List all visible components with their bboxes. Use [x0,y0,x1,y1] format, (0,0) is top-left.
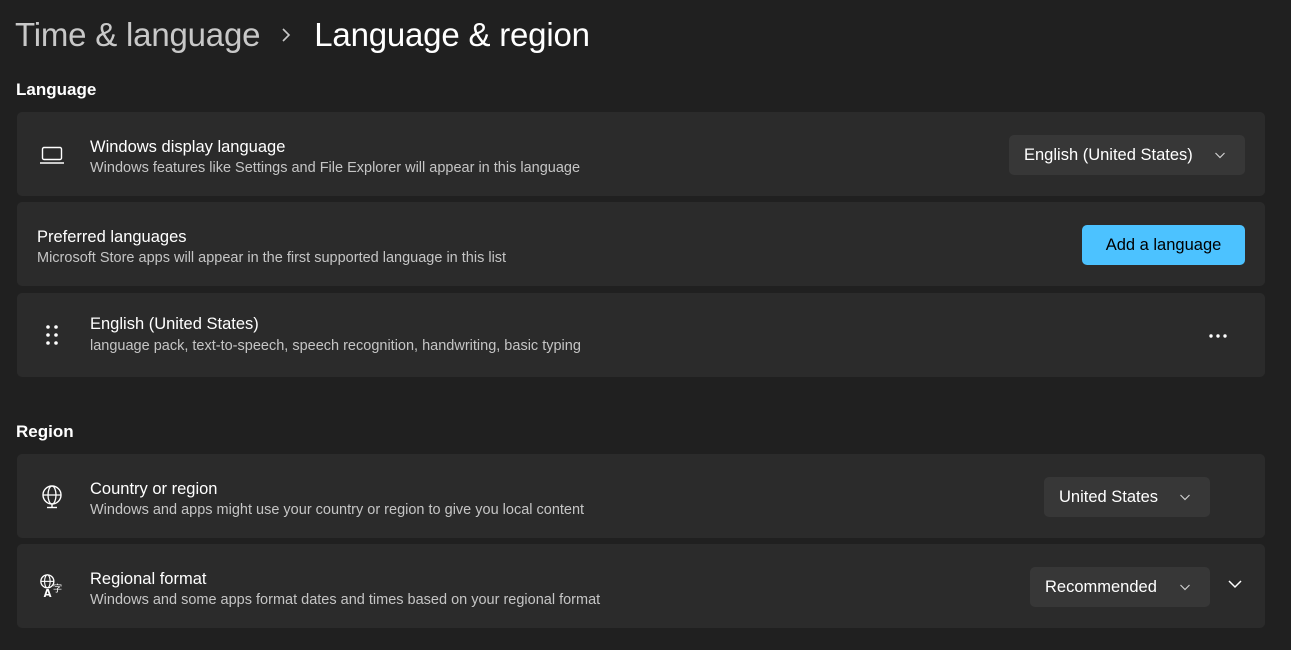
country-region-title: Country or region [90,480,218,498]
regional-format-description: Windows and some apps format dates and t… [90,592,601,608]
regional-format-card[interactable]: A 字 Regional format Windows and some app… [17,544,1265,628]
language-globe-icon: A 字 [39,573,65,600]
breadcrumb: Time & language Language & region [15,12,590,58]
regional-format-dropdown[interactable]: Recommended [1030,567,1210,607]
laptop-icon [39,142,65,168]
display-language-title: Windows display language [90,138,286,156]
regional-format-title: Regional format [90,570,207,588]
language-list-item[interactable]: English (United States) language pack, t… [17,293,1265,377]
country-region-value: United States [1059,487,1159,506]
preferred-languages-title: Preferred languages [37,228,187,246]
more-options-icon [1208,326,1228,344]
breadcrumb-parent-link[interactable]: Time & language [15,16,260,54]
language-features: language pack, text-to-speech, speech re… [90,338,581,354]
country-region-card: Country or region Windows and apps might… [17,454,1265,538]
drag-handle-icon[interactable] [39,322,65,348]
chevron-down-icon [1213,148,1227,162]
display-language-description: Windows features like Settings and File … [90,160,581,176]
chevron-down-icon [1178,580,1192,594]
section-title-region: Region [16,422,74,441]
regional-format-value: Recommended [1045,577,1157,596]
chevron-right-icon [280,28,292,42]
chevron-down-icon [1178,490,1192,504]
regional-format-expand-button[interactable] [1217,568,1253,604]
country-region-dropdown[interactable]: United States [1044,477,1210,517]
svg-text:A: A [44,589,52,600]
globe-icon [39,484,65,510]
section-title-language: Language [16,80,97,99]
add-language-button[interactable]: Add a language [1082,225,1245,265]
display-language-value: English (United States) [1024,145,1193,164]
windows-display-language-card: Windows display language Windows feature… [17,112,1265,196]
svg-text:字: 字 [53,583,62,595]
preferred-languages-card: Preferred languages Microsoft Store apps… [17,202,1265,286]
more-options-button[interactable] [1200,317,1236,353]
language-name: English (United States) [90,315,259,333]
preferred-languages-description: Microsoft Store apps will appear in the … [37,250,507,266]
country-region-description: Windows and apps might use your country … [90,502,585,518]
chevron-down-icon [1227,576,1243,597]
page-title: Language & region [314,16,590,53]
display-language-dropdown[interactable]: English (United States) [1009,135,1245,175]
